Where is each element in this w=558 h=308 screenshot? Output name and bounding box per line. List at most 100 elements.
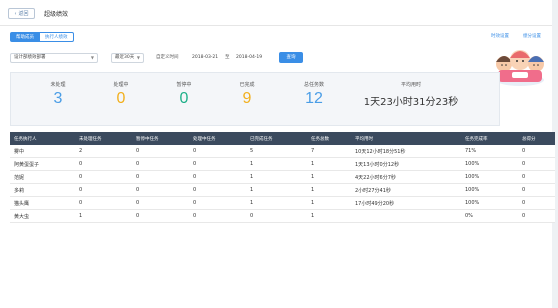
table-row[interactable]: 雾中 2 0 0 5 7 10天12小时18分51秒 71% 0: [10, 145, 555, 158]
cell-completed: 1: [250, 174, 254, 180]
cell-assignee: 黄大虫: [14, 213, 30, 220]
cell-completion-rate: 100%: [465, 174, 480, 180]
cell-completed: 1: [250, 187, 254, 193]
cell-unprocessed: 0: [79, 187, 83, 193]
date-separator: 至: [225, 55, 230, 60]
cell-average-time: 10天12小时18分51秒: [355, 148, 406, 155]
stat-label: 暂停中: [176, 82, 192, 88]
project-select-value: 设计部绩效部署: [14, 55, 46, 60]
cell-processing: 0: [193, 187, 197, 193]
stat-value: 0: [179, 90, 189, 107]
cell-average-time: 17小时49分20秒: [355, 200, 395, 207]
column-header[interactable]: 未处理任务: [75, 136, 132, 142]
cell-completion-rate: 100%: [465, 200, 480, 206]
summary-stats: 未处理 3 处理中 0 暂停中 0 已完成 9 总任务数 12 平均用时 1天2…: [10, 72, 500, 126]
table-row[interactable]: 阿黄蛋蛋子 0 0 0 1 1 1天13小时0分12秒 100% 0: [10, 158, 555, 171]
stat-label: 未处理: [50, 82, 66, 88]
table-row[interactable]: 黄大虫 1 0 0 0 1 0% 0: [10, 210, 555, 223]
column-header[interactable]: 任务总数: [307, 136, 351, 142]
stat-total-tasks: 总任务数 12: [289, 81, 339, 108]
cell-completed: 1: [250, 200, 254, 206]
performance-table: 任务执行人 未处理任务 暂停中任务 处理中任务 已完成任务 任务总数 平均用时 …: [10, 132, 555, 223]
cell-processing: 0: [193, 148, 197, 154]
cell-assignee: 猫头鹰: [14, 200, 30, 207]
cell-assignee: 雾中: [14, 148, 25, 155]
cell-score: 0: [522, 200, 526, 206]
settings-links: 时效设置 绩分设置: [491, 33, 541, 39]
cell-completed: 0: [250, 213, 254, 219]
column-header[interactable]: 总得分: [518, 136, 555, 142]
back-label: 返回: [18, 11, 29, 17]
cell-average-time: 2小时27分41秒: [355, 187, 391, 194]
chevron-down-icon: ▼: [90, 55, 94, 60]
cell-paused: 0: [136, 148, 140, 154]
cell-total: 1: [311, 174, 315, 180]
column-header[interactable]: 任务完成率: [461, 136, 518, 142]
cell-average-time: 4天22小时6分7秒: [355, 174, 396, 181]
table-row[interactable]: 多莉 0 0 0 1 1 2小时27分41秒 100% 0: [10, 184, 555, 197]
filter-bar: 设计部绩效部署 ▼ 最近30天 ▼ 自定义时间 2018-03-21 至 201…: [10, 53, 310, 63]
back-button[interactable]: ‹ 返回: [8, 8, 35, 19]
end-date-input[interactable]: 2018-04-19: [236, 53, 262, 63]
cell-unprocessed: 2: [79, 148, 83, 154]
range-select[interactable]: 最近30天 ▼: [111, 53, 144, 63]
score-settings-link[interactable]: 绩分设置: [523, 33, 541, 39]
tab-help-members[interactable]: 帮助成员: [10, 32, 40, 42]
stat-processing: 处理中 0: [96, 81, 146, 108]
cell-score: 0: [522, 174, 526, 180]
stat-label: 已完成: [239, 82, 255, 88]
cell-total: 7: [311, 148, 315, 154]
page-title: 超级绩效: [44, 11, 69, 18]
start-date-input[interactable]: 2018-03-21: [192, 53, 218, 63]
cell-processing: 0: [193, 174, 197, 180]
stat-value: 9: [242, 90, 252, 107]
cell-processing: 0: [193, 213, 197, 219]
view-tabs: 帮助成员 执行人绩效: [10, 32, 74, 42]
column-header[interactable]: 平均用时: [351, 136, 461, 142]
cell-total: 1: [311, 213, 315, 219]
cell-total: 1: [311, 187, 315, 193]
stat-completed: 已完成 9: [222, 81, 272, 108]
column-header[interactable]: 任务执行人: [10, 136, 75, 142]
cell-unprocessed: 0: [79, 200, 83, 206]
cell-paused: 0: [136, 213, 140, 219]
cell-processing: 0: [193, 161, 197, 167]
cell-unprocessed: 0: [79, 174, 83, 180]
time-settings-link[interactable]: 时效设置: [491, 33, 509, 39]
query-button[interactable]: 查询: [279, 52, 303, 63]
project-select[interactable]: 设计部绩效部署 ▼: [10, 53, 98, 63]
top-bar: ‹ 返回 超级绩效: [0, 0, 558, 26]
cell-paused: 0: [136, 187, 140, 193]
column-header[interactable]: 已完成任务: [246, 136, 307, 142]
stat-unprocessed: 未处理 3: [33, 81, 83, 108]
cell-assignee: 阿黄蛋蛋子: [14, 161, 40, 168]
table-header: 任务执行人 未处理任务 暂停中任务 处理中任务 已完成任务 任务总数 平均用时 …: [10, 132, 555, 145]
cell-completion-rate: 0%: [465, 213, 473, 219]
stat-value: 12: [305, 90, 323, 107]
cell-total: 1: [311, 200, 315, 206]
cell-completion-rate: 71%: [465, 148, 477, 154]
stat-label: 处理中: [113, 82, 129, 88]
custom-time-label: 自定义时间: [156, 55, 179, 60]
stat-paused: 暂停中 0: [159, 81, 209, 108]
column-header[interactable]: 处理中任务: [189, 136, 246, 142]
column-header[interactable]: 暂停中任务: [132, 136, 189, 142]
stat-label: 总任务数: [303, 82, 324, 88]
cell-completed: 5: [250, 148, 254, 154]
stat-value: 1天23小时31分23秒: [363, 97, 459, 108]
cell-assignee: 范妮: [14, 174, 25, 181]
cell-score: 0: [522, 161, 526, 167]
range-select-value: 最近30天: [115, 55, 135, 60]
cell-score: 0: [522, 187, 526, 193]
cell-unprocessed: 1: [79, 213, 83, 219]
cell-paused: 0: [136, 161, 140, 167]
cell-score: 0: [522, 148, 526, 154]
cell-processing: 0: [193, 200, 197, 206]
tab-assignee-performance[interactable]: 执行人绩效: [40, 32, 74, 42]
cell-completed: 1: [250, 161, 254, 167]
cell-paused: 0: [136, 174, 140, 180]
table-row[interactable]: 猫头鹰 0 0 0 1 1 17小时49分20秒 100% 0: [10, 197, 555, 210]
cell-assignee: 多莉: [14, 187, 25, 194]
mascot-illustration: [496, 50, 544, 86]
table-row[interactable]: 范妮 0 0 0 1 1 4天22小时6分7秒 100% 0: [10, 171, 555, 184]
